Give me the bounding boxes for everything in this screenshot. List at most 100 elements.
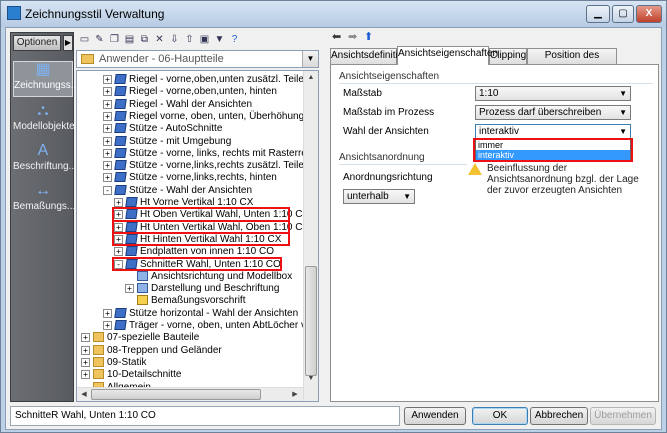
expand-icon[interactable]: + xyxy=(103,87,112,97)
options-button[interactable]: Optionen xyxy=(13,35,61,51)
close-button[interactable]: X xyxy=(636,5,662,23)
tab-view-definition[interactable]: Ansichtsdefinition xyxy=(330,48,409,64)
scale-label: Maßstab xyxy=(343,88,382,99)
tree-row[interactable]: Bemaßungsvorschrift xyxy=(77,294,303,307)
tree-row[interactable]: +09-Statik xyxy=(77,356,303,369)
scale-select[interactable]: 1:10 ▼ xyxy=(475,86,631,101)
sidebar-item-model-objects[interactable]: ⛬ Modellobjekte xyxy=(13,103,75,137)
cancel-button[interactable]: Abbrechen xyxy=(530,407,588,425)
tab-north-arrow[interactable]: Position des Nordpfeils xyxy=(527,48,617,75)
edit-icon[interactable]: ✎ xyxy=(93,33,106,46)
arrangement-direction-select[interactable]: unterhalb ▼ xyxy=(343,189,415,204)
import-icon[interactable]: ⇩ xyxy=(168,33,181,46)
scroll-right-icon[interactable]: ▶ xyxy=(289,389,301,401)
expand-icon[interactable]: + xyxy=(81,370,90,380)
info-text-line-3: der zuvor erzeugten Ansichten xyxy=(487,185,623,196)
library-path-select[interactable]: Anwender - 06-Hauptteile ▼ xyxy=(76,50,319,68)
scroll-thumb-horizontal[interactable] xyxy=(91,389,261,400)
tree-row[interactable]: + Stütze - vorne,links,rechts, hinten xyxy=(77,171,303,184)
tree-row[interactable]: + Stütze - vorne, links, rechts mit Raste… xyxy=(77,147,318,160)
tree-row-label: Riegel - vorne,oben,unten, hinten xyxy=(129,86,277,98)
sidebar-item-drawing-styles[interactable]: ▦ Zeichnungss... xyxy=(13,61,79,97)
expand-arrow-icon[interactable]: ▶ xyxy=(63,35,73,51)
tree-row[interactable]: - Stütze - Wahl der Ansichten xyxy=(77,184,303,197)
tree-horizontal-scrollbar[interactable]: ◀ ▶ xyxy=(77,387,303,401)
duplicate-icon[interactable]: ⧉ xyxy=(138,33,151,46)
paste-icon[interactable]: ▤ xyxy=(123,33,136,46)
up-arrow-icon[interactable]: ⬆ xyxy=(364,30,373,43)
expand-icon[interactable]: + xyxy=(114,247,123,257)
scale-process-label: Maßstab im Prozess xyxy=(343,107,435,118)
scroll-up-icon[interactable]: ▲ xyxy=(305,72,317,84)
sidebar-item-dimensions[interactable]: ↔ Bemaßungs... xyxy=(13,182,76,217)
tree-row[interactable]: + Träger - vorne, oben, unten AbtLöcher v… xyxy=(77,319,318,332)
panel-splitter[interactable] xyxy=(321,32,327,402)
tree-row[interactable]: + Stütze horizontal - Wahl der Ansichten xyxy=(77,307,303,320)
filter-icon[interactable]: ▼ xyxy=(213,33,226,46)
settings-node-icon xyxy=(137,270,148,281)
dimension-icon: ↔ xyxy=(35,182,51,199)
tab-view-properties[interactable]: Ansichtseigenschaften xyxy=(397,46,498,65)
maximize-button[interactable]: ▢ xyxy=(612,5,634,23)
expand-icon[interactable]: + xyxy=(125,284,134,294)
collapse-icon[interactable]: - xyxy=(103,185,112,195)
expand-icon[interactable]: + xyxy=(103,148,112,158)
help-icon[interactable]: ? xyxy=(228,33,241,46)
apply-button[interactable]: Anwenden xyxy=(404,407,466,425)
tree-row[interactable]: + Riegel - vorne,oben,unten, hinten xyxy=(77,85,303,98)
back-arrow-icon[interactable]: ⬅ xyxy=(332,30,341,43)
expand-icon[interactable]: + xyxy=(103,75,112,84)
scroll-left-icon[interactable]: ◀ xyxy=(78,389,90,401)
tree-row[interactable]: Ansichtsrichtung und Modellbox xyxy=(77,270,303,283)
tree-row-label: Riegel - vorne,oben,unten zusätzl. Teile xyxy=(129,74,304,85)
expand-icon[interactable]: + xyxy=(81,333,90,343)
tree-row[interactable]: + Riegel - vorne,oben,unten zusätzl. Teil… xyxy=(77,73,304,86)
scroll-down-icon[interactable]: ▼ xyxy=(305,373,317,385)
expand-icon[interactable]: + xyxy=(103,321,112,330)
new-icon[interactable]: ▭ xyxy=(78,33,91,46)
minimize-button[interactable]: ▁ xyxy=(586,5,610,23)
title-bar[interactable]: Zeichnungsstil Verwaltung ▁ ▢ X xyxy=(1,1,666,27)
group-divider xyxy=(339,83,653,84)
dialog-frame: Optionen ▶ ▦ Zeichnungss... ⛬ Modellobje… xyxy=(5,27,662,430)
export-icon[interactable]: ⇧ xyxy=(183,33,196,46)
expand-icon[interactable]: + xyxy=(103,136,112,146)
tree-row[interactable]: + Stütze - mit Umgebung xyxy=(77,135,303,148)
tree-row[interactable]: + Stütze - vorne,links,rechts zusätzl. Te… xyxy=(77,159,304,172)
expand-icon[interactable]: + xyxy=(103,99,112,109)
sidebar-item-label: Bemaßungs... xyxy=(13,201,76,212)
expand-icon[interactable]: + xyxy=(103,124,112,134)
tree-row-label: Träger - vorne, oben, unten AbtLöcher ve… xyxy=(129,320,319,331)
tree-row-label: Stütze - vorne,links,rechts zusätzl. Tei… xyxy=(129,160,304,172)
tree-vertical-scrollbar[interactable]: ▲ ▼ xyxy=(303,71,318,401)
accept-button[interactable]: Übernehmen xyxy=(590,407,656,425)
expand-icon[interactable]: + xyxy=(103,161,112,171)
style-tree[interactable]: +KundeAllgemein+10-Detailschnitte+09-Sta… xyxy=(76,70,319,402)
delete-icon[interactable]: ✕ xyxy=(153,33,166,46)
expand-icon[interactable]: + xyxy=(81,345,90,355)
forward-arrow-icon[interactable]: ➡ xyxy=(348,30,357,43)
sidebar-item-annotation[interactable]: A Beschriftung... xyxy=(13,143,77,177)
tree-row-label: 08-Treppen und Geländer xyxy=(107,344,222,356)
properties-icon[interactable]: ▣ xyxy=(198,33,211,46)
expand-icon[interactable]: + xyxy=(103,111,112,121)
chevron-down-icon[interactable]: ▼ xyxy=(302,51,318,67)
tree-row[interactable]: + Riegel - Wahl der Ansichten xyxy=(77,98,303,111)
tree-row[interactable]: +10-Detailschnitte xyxy=(77,368,303,381)
ok-button[interactable]: OK xyxy=(472,407,528,425)
expand-icon[interactable]: + xyxy=(114,198,123,207)
tab-strip: Ansichtsdefinition Ansichtseigenschaften… xyxy=(330,46,661,75)
view-choice-select[interactable]: interaktiv ▼ xyxy=(475,124,631,139)
copy-icon[interactable]: ❐ xyxy=(108,33,121,46)
scale-process-select[interactable]: Prozess darf überschreiben ▼ xyxy=(475,105,631,120)
scroll-thumb[interactable] xyxy=(305,266,317,376)
tree-row[interactable]: + Riegel vorne, oben, unten, Überhöhungsd… xyxy=(77,110,318,123)
tree-row[interactable]: + Stütze - AutoSchnitte xyxy=(77,122,303,135)
folder-icon xyxy=(81,54,94,64)
expand-icon[interactable]: + xyxy=(103,308,112,318)
tree-row[interactable]: +07-spezielle Bauteile xyxy=(77,331,303,344)
expand-icon[interactable]: + xyxy=(81,357,90,367)
tree-row[interactable]: +08-Treppen und Geländer xyxy=(77,344,303,357)
expand-icon[interactable]: + xyxy=(103,173,112,183)
tree-row[interactable]: + Darstellung und Beschriftung xyxy=(77,282,303,295)
